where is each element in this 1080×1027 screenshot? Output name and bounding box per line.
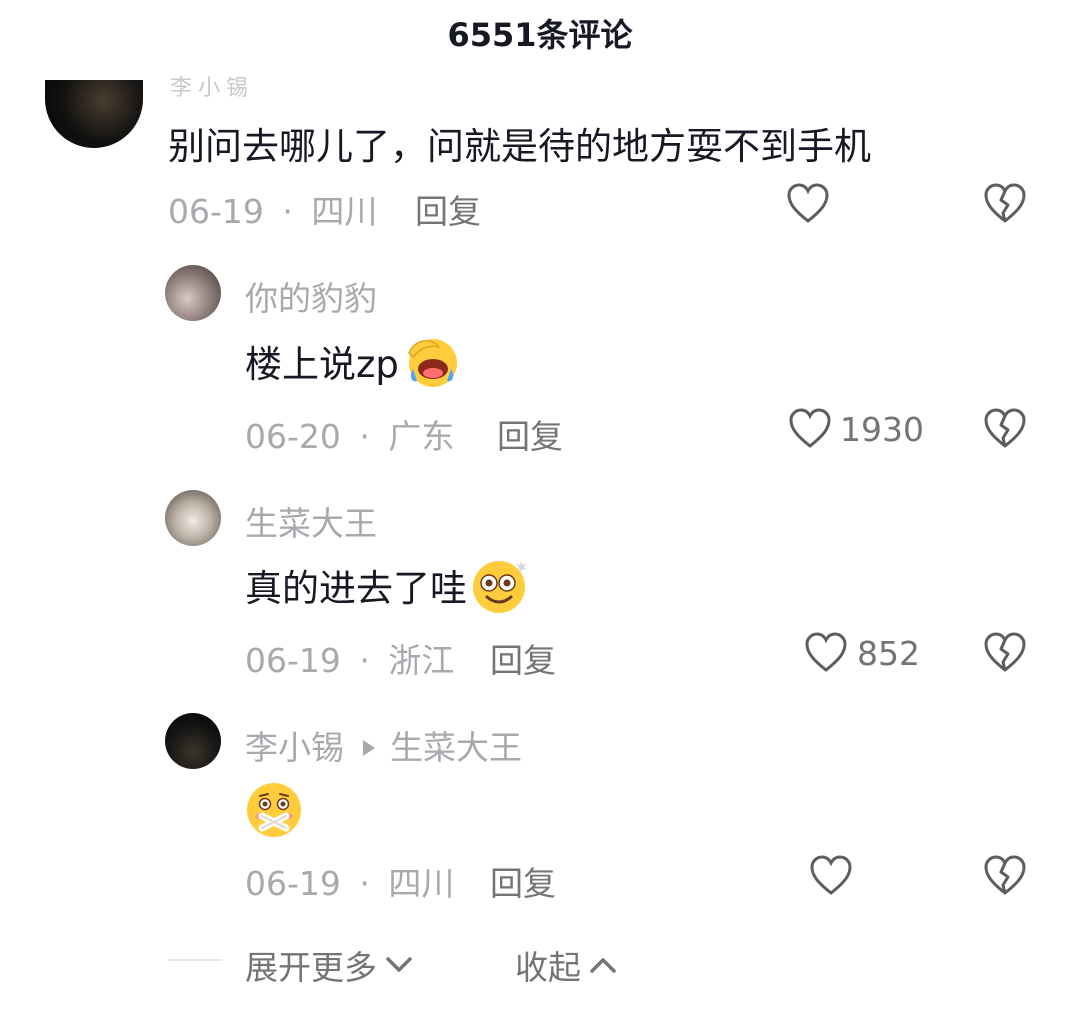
comment-location: 四川 bbox=[388, 864, 455, 903]
comment-meta: 06-19 · 浙江 bbox=[245, 634, 454, 682]
meta-separator: · bbox=[359, 417, 370, 456]
expand-more-label: 展开更多 bbox=[245, 948, 377, 987]
reply-username[interactable]: 你的豹豹 bbox=[245, 272, 377, 320]
collapse-button[interactable]: 收起 bbox=[515, 941, 617, 989]
mouth-covered-blush-emoji bbox=[244, 780, 304, 838]
meta-separator: · bbox=[359, 641, 370, 680]
heart-outline-icon[interactable] bbox=[786, 183, 830, 225]
comment-date: 06-19 bbox=[245, 641, 341, 680]
grinning-sweat-emoji bbox=[401, 333, 461, 389]
reply-text: 真的进去了哇 bbox=[245, 567, 467, 610]
reply-username[interactable]: 李小锡 bbox=[245, 721, 344, 769]
chevron-down-icon bbox=[385, 956, 413, 974]
avatar[interactable] bbox=[165, 265, 221, 321]
dizzy-smile-emoji bbox=[469, 555, 531, 615]
expand-more-button[interactable]: 展开更多 bbox=[245, 941, 413, 989]
like-count: 1930 bbox=[840, 410, 924, 449]
reply-username[interactable]: 生菜大王 bbox=[245, 497, 377, 545]
reply-button[interactable]: 回复 bbox=[497, 410, 563, 458]
reply-username-line: 李小锡 生菜大王 bbox=[245, 721, 522, 769]
chevron-up-icon bbox=[589, 956, 617, 974]
broken-heart-icon[interactable] bbox=[983, 408, 1027, 450]
reply-button[interactable]: 回复 bbox=[415, 185, 481, 233]
comment-date: 06-19 bbox=[245, 864, 341, 903]
reply-content: 楼上说zp bbox=[245, 333, 461, 389]
meta-separator: · bbox=[359, 864, 370, 903]
heart-outline-icon[interactable] bbox=[809, 855, 853, 897]
comment-meta: 06-19 · 四川 bbox=[168, 185, 377, 233]
comment-location: 四川 bbox=[311, 192, 378, 231]
broken-heart-icon[interactable] bbox=[983, 183, 1027, 225]
reply-button[interactable]: 回复 bbox=[490, 857, 556, 905]
comment-date: 06-19 bbox=[168, 192, 264, 231]
reply-to-arrow-icon bbox=[362, 726, 376, 765]
avatar[interactable] bbox=[45, 80, 143, 148]
heart-outline-icon[interactable] bbox=[804, 632, 848, 674]
reply-to-username[interactable]: 生菜大王 bbox=[390, 721, 522, 769]
avatar[interactable] bbox=[165, 713, 221, 769]
collapse-label: 收起 bbox=[515, 948, 581, 987]
main-comment-username[interactable]: 李小锡 bbox=[170, 70, 254, 102]
broken-heart-icon[interactable] bbox=[983, 855, 1027, 897]
heart-outline-icon[interactable] bbox=[788, 408, 832, 450]
reply-button[interactable]: 回复 bbox=[490, 634, 556, 682]
meta-separator: · bbox=[282, 192, 293, 231]
comment-date: 06-20 bbox=[245, 417, 341, 456]
comment-meta: 06-20 · 广东 bbox=[245, 410, 454, 458]
main-comment-text: 别问去哪儿了，问就是待的地方耍不到手机 bbox=[168, 125, 871, 168]
reply-content: 真的进去了哇 bbox=[245, 555, 531, 615]
comment-location: 广东 bbox=[388, 417, 455, 456]
comment-location: 浙江 bbox=[388, 641, 455, 680]
avatar[interactable] bbox=[165, 490, 221, 546]
comment-meta: 06-19 · 四川 bbox=[245, 857, 454, 905]
divider bbox=[168, 959, 222, 961]
broken-heart-icon[interactable] bbox=[983, 632, 1027, 674]
reply-text: 楼上说zp bbox=[245, 343, 399, 386]
like-count: 852 bbox=[857, 634, 920, 673]
comment-count-title: 6551条评论 bbox=[447, 16, 633, 54]
